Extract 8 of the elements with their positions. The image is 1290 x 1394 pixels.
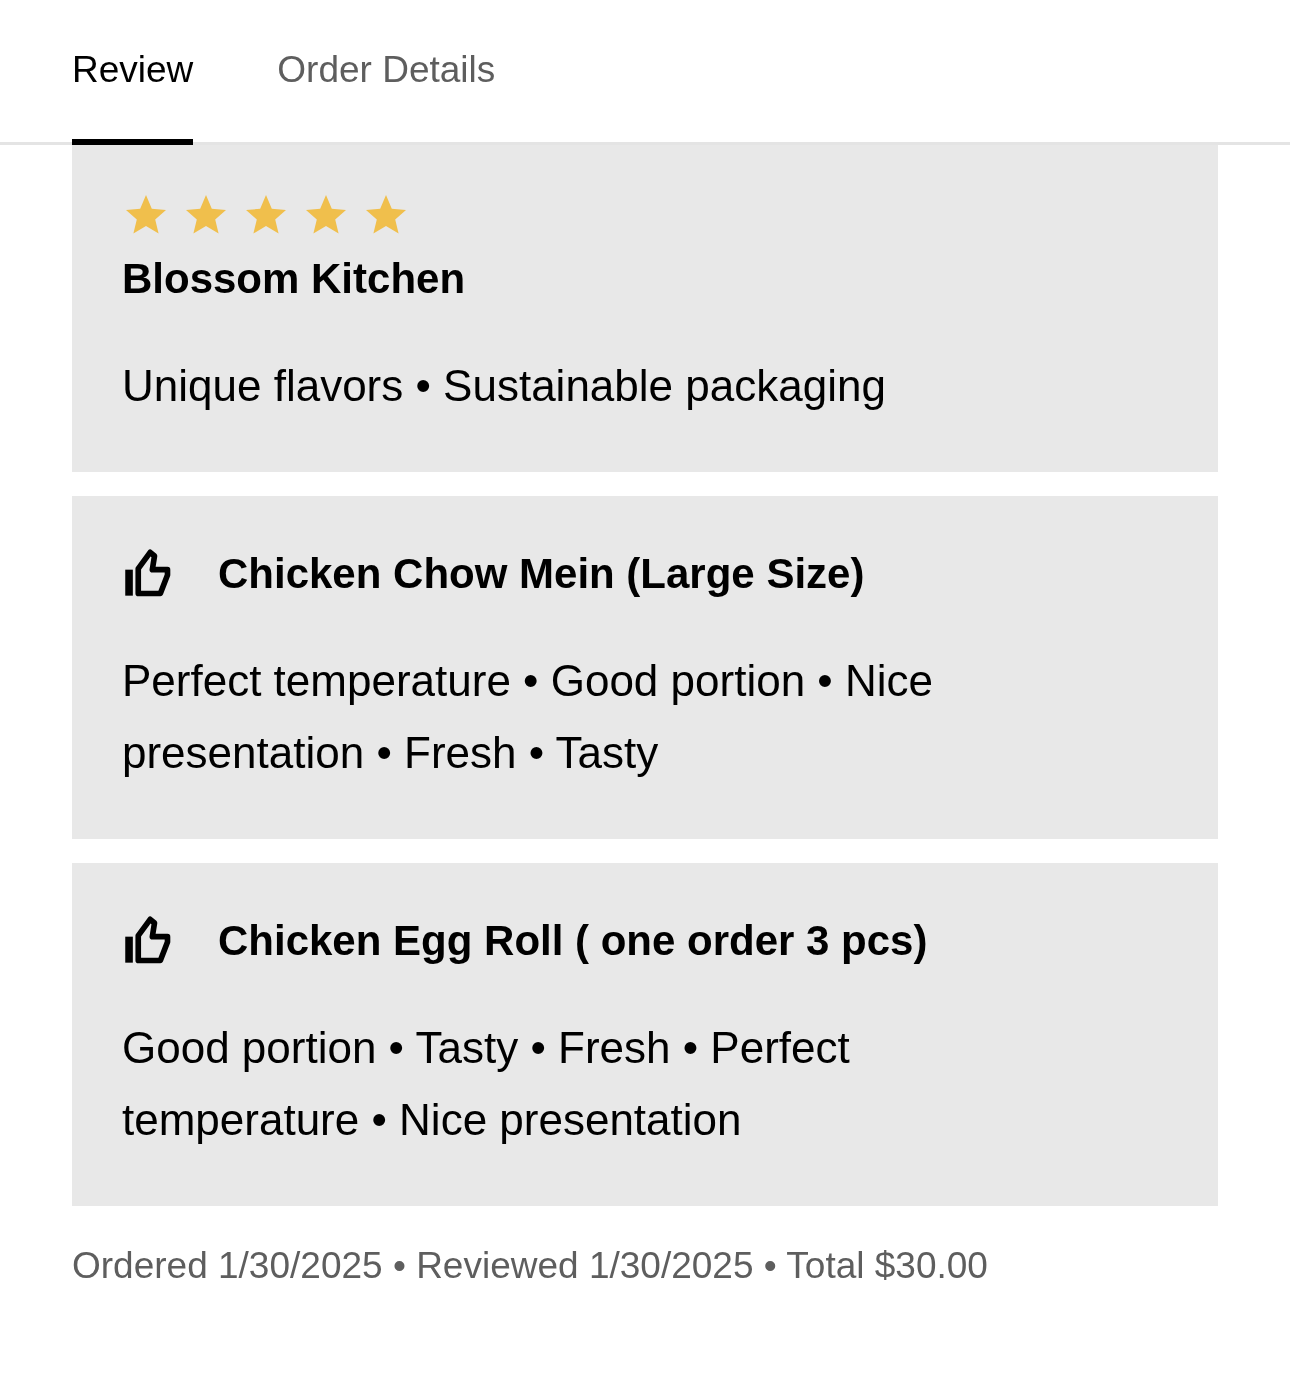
tab[interactable]: Order Details [277, 41, 496, 145]
review-tags-text: Perfect temperature • Good portion • Nice presentation • Fresh • Tasty [122, 655, 934, 779]
review-tags-text: Good portion • Tasty • Fresh • Perfect temperature • Nice presentation [122, 1022, 851, 1146]
review-tags-text: Unique flavors • Sustainable packaging [122, 360, 886, 412]
item-name: Chicken Egg Roll ( one order 3 pcs) [218, 916, 928, 966]
item-name: Chicken Chow Mein (Large Size) [218, 549, 865, 599]
order-summary-text: Ordered 1/30/2025 • Reviewed 1/30/2025 • Total $30.00 [72, 1244, 989, 1288]
restaurant-name: Blossom Kitchen [122, 254, 466, 304]
